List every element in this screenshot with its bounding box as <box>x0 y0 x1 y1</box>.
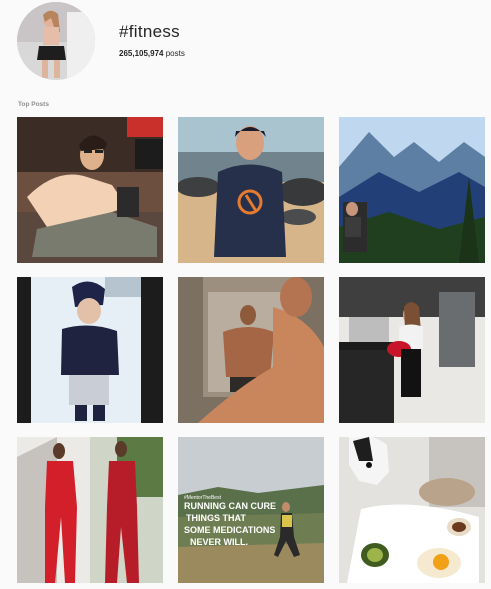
poster-line-4: NEVER WILL. <box>190 537 248 547</box>
post-image-2 <box>178 117 324 263</box>
hashtag-header: #fitness 265,105,974 posts <box>17 2 487 82</box>
post-tile-9[interactable] <box>339 437 485 583</box>
post-tile-7[interactable] <box>17 437 163 583</box>
post-count-value: 265,105,974 <box>119 49 164 58</box>
posts-label: posts <box>165 49 185 58</box>
post-tile-8[interactable]: #MentorTheBest RUNNING CAN CURE THINGS T… <box>178 437 324 583</box>
post-image-6 <box>339 277 485 423</box>
top-posts-label: Top Posts <box>18 101 49 108</box>
post-image-8: #MentorTheBest RUNNING CAN CURE THINGS T… <box>178 437 324 583</box>
post-image-1 <box>17 117 163 263</box>
poster-line-3: SOME MEDICATIONS <box>184 525 275 535</box>
post-tile-2[interactable] <box>178 117 324 263</box>
post-tile-4[interactable] <box>17 277 163 423</box>
post-image-4 <box>17 277 163 423</box>
post-tile-3[interactable] <box>339 117 485 263</box>
post-tile-1[interactable] <box>17 117 163 263</box>
post-tile-5[interactable] <box>178 277 324 423</box>
post-count: 265,105,974 posts <box>119 49 185 58</box>
post-image-5 <box>178 277 324 423</box>
avatar-image <box>17 2 95 80</box>
post-tile-6[interactable] <box>339 277 485 423</box>
post-image-3 <box>339 117 485 263</box>
poster-line-2: THINGS THAT <box>186 513 246 523</box>
hashtag-title: #fitness <box>119 22 180 41</box>
poster-line-1: RUNNING CAN CURE <box>184 501 276 511</box>
post-image-9 <box>339 437 485 583</box>
hashtag-avatar[interactable] <box>17 2 95 80</box>
post-image-7 <box>17 437 163 583</box>
